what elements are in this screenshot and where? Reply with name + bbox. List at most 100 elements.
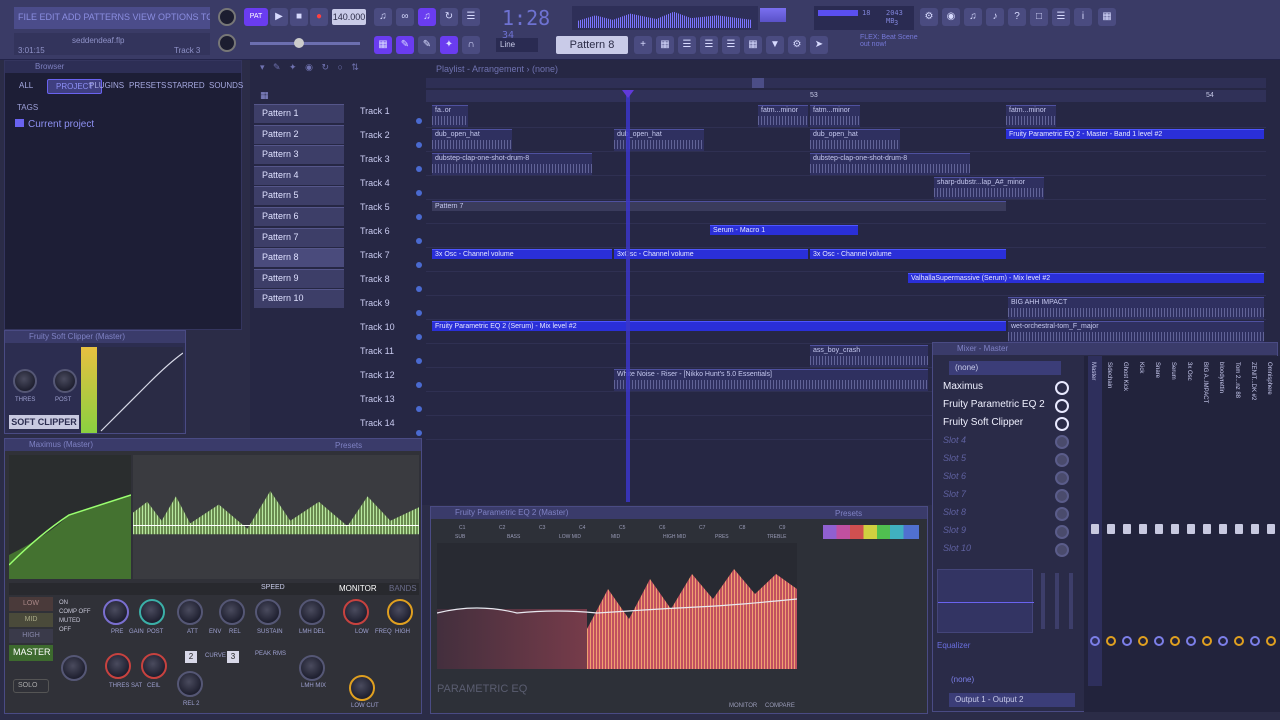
- channel-fader[interactable]: [1139, 524, 1147, 534]
- audio-clip[interactable]: fatm...minor: [810, 105, 860, 127]
- fx-slot[interactable]: Fruity Parametric EQ 2: [935, 397, 1075, 415]
- menu-bar[interactable]: FILE EDIT ADD PATTERNS VIEW OPTIONS TOOL…: [14, 7, 210, 29]
- track-label[interactable]: Track 10: [360, 322, 420, 332]
- automation-clip[interactable]: ValhallaSupermassive (Serum) - Mix level…: [908, 273, 1264, 283]
- lmh-mix-knob[interactable]: [299, 655, 325, 681]
- plugin-icon[interactable]: ▦: [1098, 8, 1116, 26]
- fx-slot[interactable]: Slot 6: [935, 469, 1075, 487]
- option-on[interactable]: ON: [59, 599, 99, 608]
- channel-send-knob[interactable]: [1266, 636, 1276, 646]
- mixer-channel[interactable]: BIG A..IMPACT: [1200, 356, 1214, 686]
- pattern-item[interactable]: Pattern 6: [254, 206, 344, 226]
- pattern-item[interactable]: Pattern 4: [254, 165, 344, 185]
- pattern-item[interactable]: Pattern 7: [254, 227, 344, 247]
- option-muted[interactable]: MUTED: [59, 617, 99, 626]
- stop-button[interactable]: ■: [290, 8, 308, 26]
- automation-clip[interactable]: Fruity Parametric EQ 2 (Serum) - Mix lev…: [432, 321, 1006, 331]
- channel-fader[interactable]: [1203, 524, 1211, 534]
- browser-tab-presets[interactable]: PRESETS: [129, 81, 166, 90]
- automation-clip[interactable]: 3x Osc - Channel volume: [810, 249, 1006, 259]
- channel-fader[interactable]: [1171, 524, 1179, 534]
- audio-clip[interactable]: dubstep-clap-one-shot-drum-8: [810, 153, 970, 175]
- channel-fader[interactable]: [1091, 524, 1099, 534]
- mixer-eq-display[interactable]: [937, 569, 1034, 633]
- audio-clip[interactable]: BIG AHH IMPACT: [1008, 297, 1264, 319]
- lmh-del-knob[interactable]: [299, 599, 325, 625]
- track-label[interactable]: Track 9: [360, 298, 420, 308]
- curve-select-b[interactable]: 3: [227, 651, 239, 663]
- audio-clip[interactable]: dubstep-clap-one-shot-drum-8: [432, 153, 592, 175]
- channel-fader[interactable]: [1107, 524, 1115, 534]
- automation-clip[interactable]: Fruity Parametric EQ 2 - Master - Band 1…: [1006, 129, 1264, 139]
- audio-clip[interactable]: White Noise - Riser - [Nikko Hunt's 5.0 …: [614, 369, 928, 391]
- channel-fader[interactable]: [1267, 524, 1275, 534]
- pre-knob[interactable]: [103, 599, 129, 625]
- eq-spectrum[interactable]: [437, 543, 797, 669]
- plugin-picker-icon[interactable]: ▦: [744, 36, 762, 54]
- band-low[interactable]: LOW: [9, 597, 53, 611]
- option-comp-off[interactable]: COMP OFF: [59, 608, 99, 617]
- slot-mix-icon[interactable]: [1055, 525, 1069, 539]
- sat-knob[interactable]: [105, 653, 131, 679]
- channel-send-knob[interactable]: [1106, 636, 1116, 646]
- slot-mix-icon[interactable]: [1055, 453, 1069, 467]
- track-mute-led[interactable]: [416, 430, 422, 436]
- rel-knob[interactable]: [219, 599, 245, 625]
- band-high[interactable]: HIGH: [9, 629, 53, 643]
- send-fader-2[interactable]: [1055, 573, 1059, 629]
- slot-mix-icon[interactable]: [1055, 399, 1069, 413]
- track-label[interactable]: Track 14: [360, 418, 420, 428]
- low-knob[interactable]: [343, 599, 369, 625]
- channel-send-knob[interactable]: [1170, 636, 1180, 646]
- track-label[interactable]: Track 7: [360, 250, 420, 260]
- info-icon[interactable]: i: [1074, 8, 1092, 26]
- panic-icon[interactable]: ◉: [942, 8, 960, 26]
- track-label[interactable]: Track 3: [360, 154, 420, 164]
- master-pitch-knob[interactable]: [218, 34, 236, 52]
- automation-clip[interactable]: 3x Osc - Channel volume: [432, 249, 612, 259]
- pattern-item[interactable]: Pattern 9: [254, 268, 344, 288]
- track-label[interactable]: Track 5: [360, 202, 420, 212]
- slot-mix-icon[interactable]: [1055, 507, 1069, 521]
- audio-clip[interactable]: fatm...minor: [1006, 105, 1056, 127]
- audio-clip[interactable]: sharp-dubstr...lap_A#_minor: [934, 177, 1044, 199]
- peak-rms-label[interactable]: PEAK RMS: [255, 651, 286, 657]
- track-label[interactable]: Track 13: [360, 394, 420, 404]
- mixer-channel[interactable]: Serum: [1168, 356, 1182, 686]
- track-mute-led[interactable]: [416, 406, 422, 412]
- track-label[interactable]: Track 4: [360, 178, 420, 188]
- slot-mix-icon[interactable]: [1055, 471, 1069, 485]
- position-slider[interactable]: [250, 38, 360, 48]
- mixer-channel[interactable]: Tom 2...nz 88: [1232, 356, 1246, 686]
- mixer-channel[interactable]: Kick: [1136, 356, 1150, 686]
- channel-fader[interactable]: [1155, 524, 1163, 534]
- option-off[interactable]: OFF: [59, 626, 99, 635]
- browser-icon[interactable]: ☰: [722, 36, 740, 54]
- ceil-knob[interactable]: [141, 653, 167, 679]
- mixer-preset-selector[interactable]: (none): [949, 361, 1061, 375]
- channel-send-knob[interactable]: [1138, 636, 1148, 646]
- mixer-view-icon[interactable]: ☰: [700, 36, 718, 54]
- channel-fader[interactable]: [1123, 524, 1131, 534]
- pattern-selector[interactable]: Pattern 8: [556, 36, 628, 54]
- curve-select-a[interactable]: 2: [185, 651, 197, 663]
- eq-presets[interactable]: Presets: [835, 509, 862, 518]
- band-master[interactable]: MASTER: [9, 645, 53, 661]
- playlist-snap-icon[interactable]: ▦: [374, 36, 392, 54]
- fx-slot[interactable]: Fruity Soft Clipper: [935, 415, 1075, 433]
- midi-icon[interactable]: ♫: [964, 8, 982, 26]
- track-mute-led[interactable]: [416, 118, 422, 124]
- low-cut-knob[interactable]: [349, 675, 375, 701]
- track-mute-led[interactable]: [416, 142, 422, 148]
- fx-slot[interactable]: Slot 7: [935, 487, 1075, 505]
- monitor-tab[interactable]: MONITOR: [339, 584, 377, 593]
- fx-slot[interactable]: Slot 10: [935, 541, 1075, 559]
- slice-tool-icon[interactable]: ✦: [440, 36, 458, 54]
- solo-button[interactable]: SOLO: [13, 679, 49, 693]
- browser-item-current-project[interactable]: Current project: [15, 119, 94, 130]
- draw-tool-icon[interactable]: ✎: [396, 36, 414, 54]
- high-knob[interactable]: [387, 599, 413, 625]
- fx-slot[interactable]: Slot 4: [935, 433, 1075, 451]
- mixer-channel[interactable]: ZENIT...DK #2: [1248, 356, 1262, 686]
- metronome-button[interactable]: ♫: [374, 8, 392, 26]
